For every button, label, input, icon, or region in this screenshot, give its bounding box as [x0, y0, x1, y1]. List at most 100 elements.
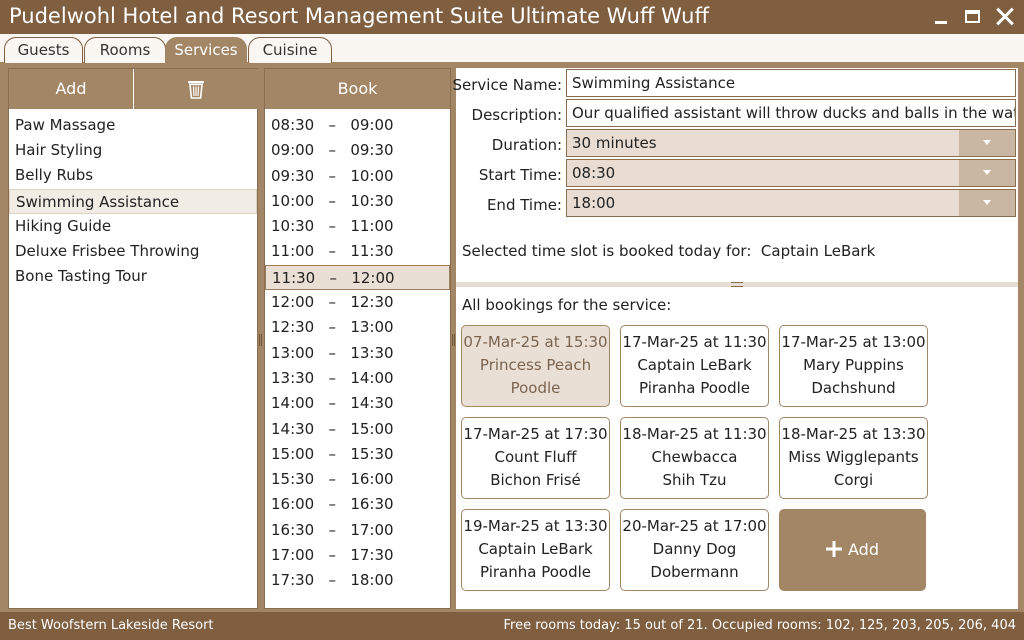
description-label: Description:: [471, 106, 562, 124]
tab-services[interactable]: Services: [165, 37, 247, 63]
timeslot-list-item[interactable]: 10:00 – 10:30: [265, 189, 450, 214]
booking-card[interactable]: 17-Mar-25 at 11:30 Captain LeBark Piranha …: [620, 325, 769, 407]
timeslots-panel: Book 08:30 – 09:00 09:00 – 09:30 09:30 – 1…: [264, 68, 451, 609]
add-service-button[interactable]: Add: [9, 69, 133, 109]
splitter-grip-right[interactable]: [452, 334, 455, 346]
booking-card[interactable]: 07-Mar-25 at 15:30 Princess Peach Poodle: [461, 325, 610, 407]
status-bar: Best Woofstern Lakeside Resort Free room…: [0, 612, 1024, 640]
timeslot-list: 08:30 – 09:00 09:00 – 09:30 09:30 – 10:00 1…: [265, 110, 450, 594]
description-field[interactable]: Our qualified assistant will throw ducks…: [566, 99, 1016, 127]
booking-breed: Bichon Frisé: [490, 471, 581, 489]
add-booking-button[interactable]: Add: [779, 509, 926, 591]
booking-when: 19-Mar-25 at 13:30: [463, 517, 608, 535]
timeslot-list-item[interactable]: 15:30 – 16:00: [265, 467, 450, 492]
chevron-down-icon[interactable]: [959, 190, 1015, 216]
tab-rooms[interactable]: Rooms: [84, 37, 166, 63]
timeslot-list-item[interactable]: 16:30 – 17:00: [265, 518, 450, 543]
booking-when: 18-Mar-25 at 13:30: [781, 425, 926, 443]
booking-card[interactable]: 20-Mar-25 at 17:00 Danny Dog Dobermann: [620, 509, 769, 591]
start-time-label: Start Time:: [478, 166, 562, 184]
tab-guests[interactable]: Guests: [4, 37, 83, 63]
booking-guest: Mary Puppins: [803, 356, 904, 374]
timeslot-list-item[interactable]: 13:00 – 13:30: [265, 341, 450, 366]
booking-guest: Danny Dog: [652, 540, 737, 558]
all-bookings-label: All bookings for the service:: [462, 296, 672, 314]
service-list-item[interactable]: Hair Styling: [9, 138, 257, 163]
timeslot-list-item[interactable]: 12:00 – 12:30: [265, 290, 450, 315]
close-icon[interactable]: [992, 4, 1018, 30]
add-booking-label: Add: [848, 540, 879, 559]
horizontal-splitter[interactable]: [456, 282, 1018, 287]
splitter-grip-left[interactable]: [259, 334, 262, 346]
booking-breed: Dobermann: [650, 563, 739, 581]
service-list-item[interactable]: Bone Tasting Tour: [9, 264, 257, 289]
booking-guest: Chewbacca: [651, 448, 738, 466]
booking-when: 17-Mar-25 at 11:30: [622, 333, 767, 351]
start-time-select[interactable]: 08:30: [566, 159, 1016, 187]
service-list-item[interactable]: Hiking Guide: [9, 214, 257, 239]
booking-guest: Captain LeBark: [478, 540, 593, 558]
timeslot-list-item[interactable]: 09:30 – 10:00: [265, 164, 450, 189]
minimize-icon[interactable]: [928, 4, 954, 30]
booking-breed: Dachshund: [811, 379, 896, 397]
timeslot-list-item[interactable]: 15:00 – 15:30: [265, 442, 450, 467]
booking-when: 17-Mar-25 at 13:00: [781, 333, 926, 351]
timeslot-list-item[interactable]: 11:30 – 12:00: [265, 264, 450, 291]
delete-service-button[interactable]: [134, 69, 258, 109]
status-hotel-name: Best Woofstern Lakeside Resort: [8, 618, 214, 633]
services-panel: Add Paw Massage Hair Styling Belly Rubs Swi…: [8, 68, 258, 609]
tab-strip: Guests Rooms Services Cuisine: [0, 34, 1024, 63]
timeslot-list-item[interactable]: 08:30 – 09:00: [265, 113, 450, 138]
booked-for-text: Selected time slot is booked today for: …: [462, 242, 876, 260]
booking-card[interactable]: 17-Mar-25 at 13:00 Mary Puppins Dachshund: [779, 325, 928, 407]
chevron-down-icon[interactable]: [959, 130, 1015, 156]
timeslot-list-item[interactable]: 10:30 – 11:00: [265, 214, 450, 239]
service-list-item[interactable]: Paw Massage: [9, 113, 257, 138]
timeslot-list-item[interactable]: 12:30 – 13:00: [265, 315, 450, 340]
booking-card[interactable]: 18-Mar-25 at 13:30 Miss Wigglepants Corgi: [779, 417, 928, 499]
booking-when: 20-Mar-25 at 17:00: [622, 517, 767, 535]
duration-value: 30 minutes: [572, 134, 657, 152]
end-time-select[interactable]: 18:00: [566, 189, 1016, 217]
trash-icon: [188, 81, 204, 99]
booking-card[interactable]: 19-Mar-25 at 13:30 Captain LeBark Piranha …: [461, 509, 610, 591]
start-time-value: 08:30: [572, 164, 616, 182]
title-bar: Pudelwohl Hotel and Resort Management Su…: [0, 0, 1024, 34]
timeslot-list-item[interactable]: 17:00 – 17:30: [265, 543, 450, 568]
timeslot-list-item[interactable]: 17:30 – 18:00: [265, 568, 450, 593]
end-time-value: 18:00: [572, 194, 616, 212]
booking-breed: Shih Tzu: [662, 471, 727, 489]
booking-guest: Miss Wigglepants: [788, 448, 919, 466]
timeslot-list-item[interactable]: 14:00 – 14:30: [265, 391, 450, 416]
booking-when: 07-Mar-25 at 15:30: [463, 333, 608, 351]
service-name-label: Service Name:: [452, 76, 562, 94]
timeslot-list-item[interactable]: 14:30 – 15:00: [265, 417, 450, 442]
service-list-item[interactable]: Belly Rubs: [9, 163, 257, 188]
service-name-field[interactable]: Swimming Assistance: [566, 69, 1016, 97]
timeslot-list-item[interactable]: 16:00 – 16:30: [265, 492, 450, 517]
duration-select[interactable]: 30 minutes: [566, 129, 1016, 157]
booking-guest: Count Fluff: [494, 448, 577, 466]
booking-guest: Captain LeBark: [637, 356, 752, 374]
booking-guest: Princess Peach: [479, 356, 592, 374]
book-button[interactable]: Book: [265, 69, 450, 109]
chevron-down-icon[interactable]: [959, 160, 1015, 186]
service-list-item[interactable]: Deluxe Frisbee Throwing: [9, 239, 257, 264]
timeslot-list-item[interactable]: 13:30 – 14:00: [265, 366, 450, 391]
booking-breed: Piranha Poodle: [480, 563, 591, 581]
plus-icon: [826, 541, 842, 557]
booking-breed: Piranha Poodle: [639, 379, 750, 397]
status-rooms-info: Free rooms today: 15 out of 21. Occupied…: [503, 618, 1016, 633]
timeslot-list-item[interactable]: 11:00 – 11:30: [265, 239, 450, 264]
booking-breed: Corgi: [833, 471, 874, 489]
booking-when: 18-Mar-25 at 11:30: [622, 425, 767, 443]
maximize-icon[interactable]: [960, 4, 986, 30]
duration-label: Duration:: [491, 136, 562, 154]
booking-card[interactable]: 17-Mar-25 at 17:30 Count Fluff Bichon Fris…: [461, 417, 610, 499]
timeslot-list-item[interactable]: 09:00 – 09:30: [265, 138, 450, 163]
end-time-label: End Time:: [486, 196, 562, 214]
tab-cuisine[interactable]: Cuisine: [248, 37, 332, 63]
booking-when: 17-Mar-25 at 17:30: [463, 425, 608, 443]
booking-card[interactable]: 18-Mar-25 at 11:30 Chewbacca Shih Tzu: [620, 417, 769, 499]
service-list-item[interactable]: Swimming Assistance: [9, 188, 257, 214]
